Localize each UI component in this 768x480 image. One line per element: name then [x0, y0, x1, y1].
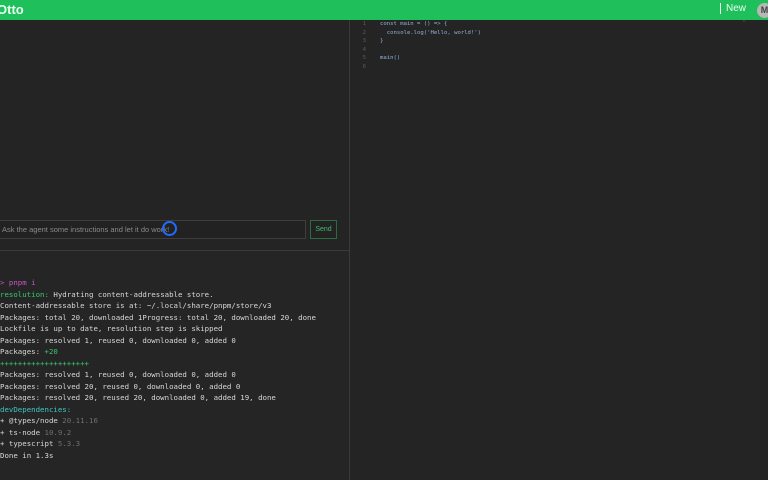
terminal-line-text: devDependencies:: [0, 404, 72, 414]
chat-input[interactable]: [0, 220, 306, 239]
terminal-line: Packages: +20: [0, 346, 349, 358]
terminal-line: Packages: resolved 20, reused 0, downloa…: [0, 381, 349, 393]
new-button[interactable]: New: [720, 3, 746, 14]
code-lines: 1 const main = () => { 2 console.log('Hell…: [350, 20, 481, 71]
terminal-line: Lockfile is up to date, resolution step …: [0, 323, 349, 335]
code-line: 6: [350, 63, 481, 72]
terminal-line: Packages: resolved 20, reused 20, downlo…: [0, 392, 349, 404]
terminal-line-text: +20: [40, 347, 58, 356]
terminal-line-text: + typescript: [0, 439, 54, 448]
terminal-line-text: total 20, downloaded 1Progress: total 20…: [40, 312, 316, 322]
avatar[interactable]: M: [757, 3, 768, 18]
terminal-line-text: Content-addressable store is at: ~/.loca…: [0, 301, 272, 310]
terminal-line: Content-addressable store is at: ~/.loca…: [0, 300, 349, 312]
terminal-line-prefix: Packages:: [0, 347, 41, 356]
separator: [720, 3, 721, 14]
terminal-line-text: resolved 1, reused 0, downloaded 0, adde…: [40, 370, 236, 379]
terminal-line: + typescript 5.3.3: [0, 438, 349, 450]
chat-area: Send: [0, 20, 349, 250]
terminal-line: + @types/node 20.11.16: [0, 415, 349, 427]
line-number: 2: [362, 29, 366, 36]
code-text: }: [380, 38, 384, 44]
new-button-label: New: [726, 3, 747, 14]
terminal-line-text: Hydrating content-addressable store.: [48, 289, 214, 299]
terminal-line: Packages: total 20, downloaded 1Progress…: [0, 312, 349, 324]
panel-divider: [0, 250, 349, 251]
terminal-line-text: Lockfile is up to date, resolution step …: [0, 324, 223, 333]
left-panel: Send > pnpm i resolution: Hydrating conte…: [0, 20, 349, 480]
terminal-line-text: ++++++++++++++++++++: [0, 358, 89, 368]
terminal-line: > pnpm i: [0, 277, 349, 289]
top-bar: Otto New M: [0, 0, 768, 20]
terminal-line-prefix: Packages:: [0, 370, 41, 379]
terminal-line-text: Done in 1.3s: [0, 450, 54, 460]
terminal-line-text: > pnpm i: [0, 278, 36, 287]
code-line: 3}: [350, 37, 481, 46]
terminal-line-text: + ts-node: [0, 427, 41, 437]
terminal-line-prefix: Packages:: [0, 393, 41, 402]
terminal-line-version: 20.11.16: [57, 416, 98, 425]
editor-mark: ": [743, 20, 746, 27]
terminal-line-version: 5.3.3: [53, 439, 81, 448]
line-number: 3: [362, 38, 366, 44]
line-number: 4: [362, 46, 366, 53]
cursor-indicator: [162, 221, 177, 236]
terminal-line: resolution: Hydrating content-addressabl…: [0, 289, 349, 301]
code-text: main(): [380, 55, 401, 61]
code-line: 5 main(): [350, 54, 481, 63]
terminal-output: > pnpm i resolution: Hydrating content-ad…: [0, 277, 349, 461]
terminal-line-text: resolved 20, reused 20, downloaded 0, ad…: [40, 393, 276, 402]
app-title: Otto: [0, 2, 24, 17]
line-number: 5: [362, 55, 366, 61]
terminal-line: Packages: resolved 1, reused 0, download…: [0, 369, 349, 381]
terminal-line-text: + @types/node: [0, 416, 58, 425]
terminal-line: Done in 1.3s: [0, 450, 349, 462]
send-button[interactable]: Send: [310, 220, 337, 239]
code-text: console.log('Hello, world!'): [380, 29, 482, 36]
terminal-line: devDependencies:: [0, 404, 349, 416]
terminal-line-text: resolved 20, reused 0, downloaded 0, add…: [40, 381, 241, 391]
terminal-line-text: resolved 1, reused 0, downloaded 0, adde…: [40, 335, 236, 345]
terminal-line: ++++++++++++++++++++: [0, 358, 349, 370]
code-line: 4: [350, 46, 481, 55]
terminal-line-prefix: Packages:: [0, 312, 41, 322]
line-number: 6: [362, 63, 366, 70]
terminal-line-prefix: Packages:: [0, 381, 41, 391]
code-line: 2 console.log('Hello, world!'): [350, 29, 481, 38]
terminal-line: Packages: resolved 1, reused 0, download…: [0, 335, 349, 347]
line-number: 1: [362, 21, 366, 27]
terminal-line-version: 10.9.2: [40, 427, 72, 437]
terminal-line-prefix: resolution:: [0, 289, 49, 299]
terminal-line-prefix: Packages:: [0, 335, 41, 345]
code-editor[interactable]: 1 const main = () => { 2 console.log('Hell…: [350, 20, 768, 480]
terminal-line: + ts-node 10.9.2: [0, 427, 349, 439]
code-text: const main = () => {: [380, 21, 448, 27]
code-line: 1 const main = () => {: [350, 20, 481, 29]
chat-input-row: Send: [0, 220, 349, 242]
